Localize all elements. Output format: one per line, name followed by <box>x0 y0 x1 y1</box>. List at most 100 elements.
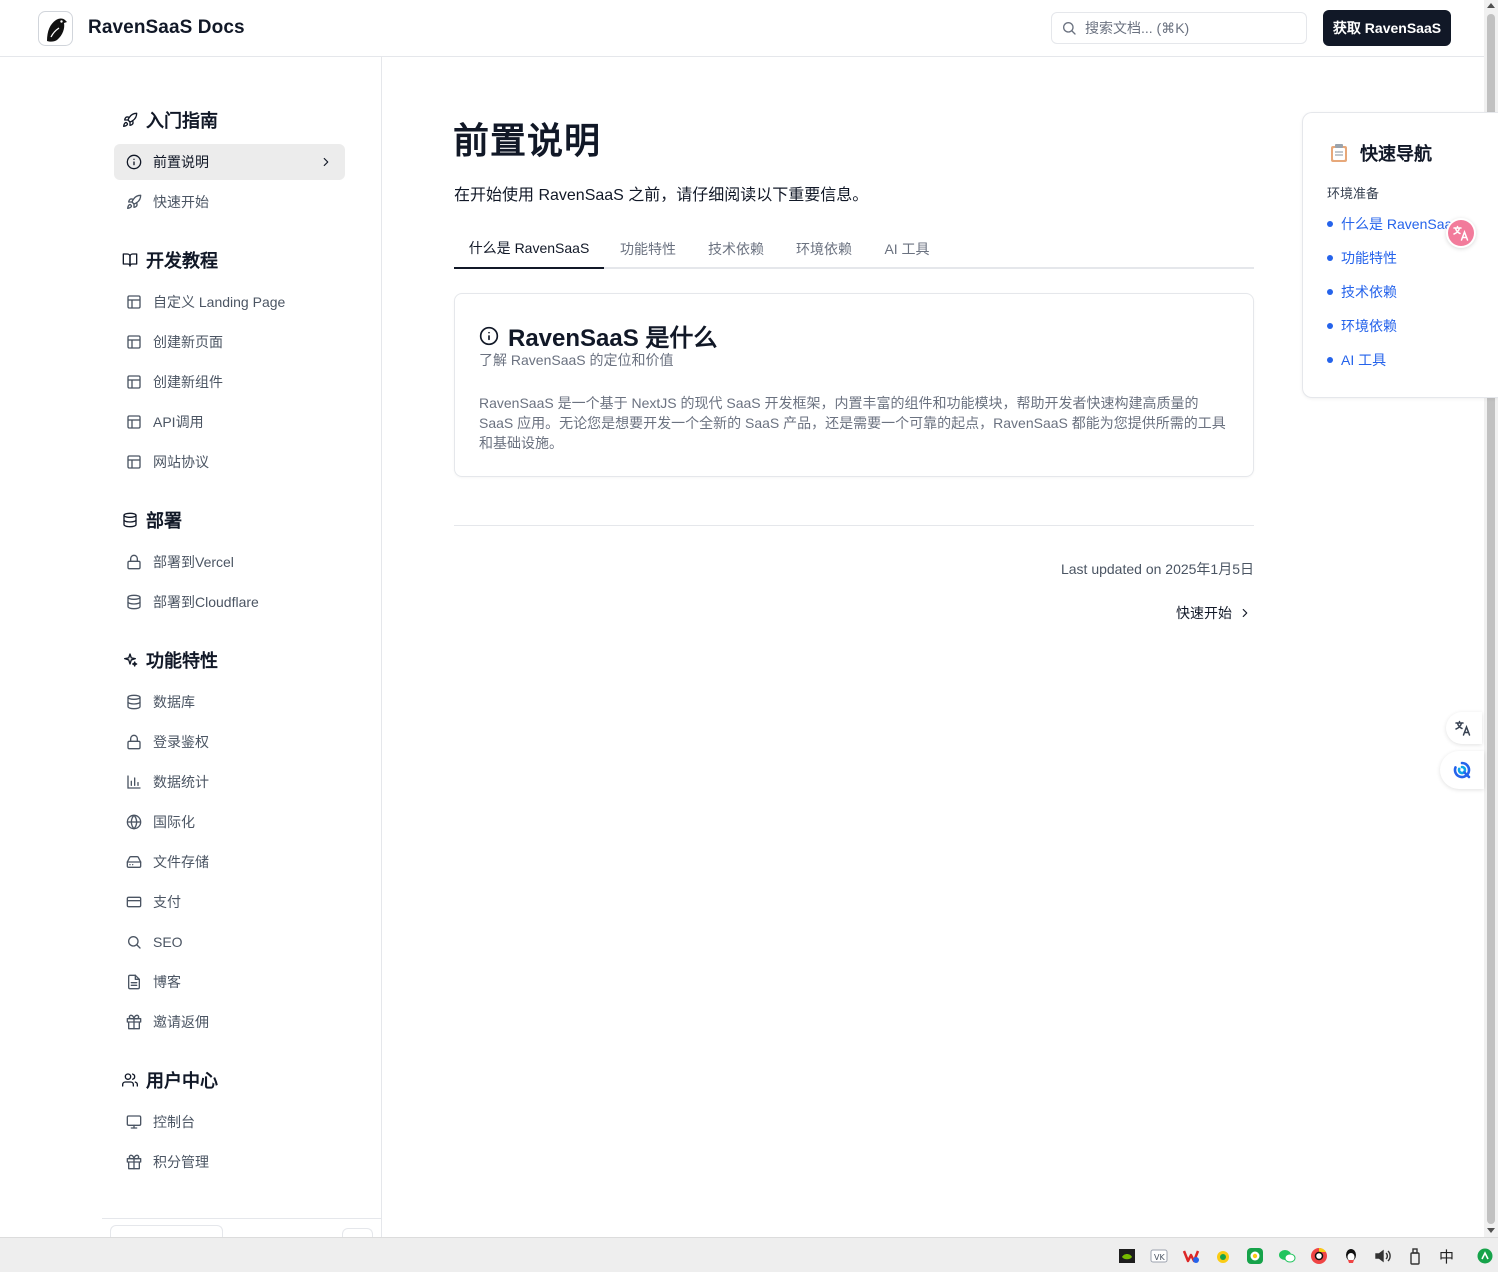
sidebar-item-label: API调用 <box>153 414 204 430</box>
sidebar-item-label: 自定义 Landing Page <box>153 294 286 310</box>
sidebar-section-label: 开发教程 <box>146 251 218 271</box>
layout-icon <box>127 455 141 469</box>
layout-icon <box>127 375 141 389</box>
sidebar-footer-divider <box>102 1218 381 1219</box>
sidebar-item-credits[interactable]: 积分管理 <box>114 1144 345 1180</box>
toc-link-label: 什么是 RavenSaaS <box>1341 216 1462 232</box>
sidebar-item-label: 支付 <box>153 894 181 910</box>
sidebar-item-auth[interactable]: 登录鉴权 <box>114 724 345 760</box>
security-tray-icon[interactable] <box>1214 1247 1232 1265</box>
sidebar-section-title: 入门指南 <box>122 107 218 133</box>
sidebar-item-payment[interactable]: 支付 <box>114 884 345 920</box>
sidebar-item-label: 国际化 <box>153 814 195 830</box>
tab-features[interactable]: 功能特性 <box>608 228 688 269</box>
sidebar-item-create-component[interactable]: 创建新组件 <box>114 364 345 400</box>
page-description: 在开始使用 RavenSaaS 之前，请仔细阅读以下重要信息。 <box>454 187 869 204</box>
next-page-link[interactable]: 快速开始 <box>1176 603 1252 623</box>
search-input[interactable] <box>1085 20 1295 36</box>
sidebar-item-analytics[interactable]: 数据统计 <box>114 764 345 800</box>
language-float-button[interactable] <box>1446 712 1482 744</box>
raven-logo-icon[interactable] <box>38 11 73 46</box>
toc-link-what-is[interactable]: 什么是 RavenSaaS <box>1327 214 1462 234</box>
sidebar-item-database[interactable]: 数据库 <box>114 684 345 720</box>
database-icon <box>127 594 141 610</box>
database-icon <box>123 512 137 528</box>
sidebar-item-deploy-cloudflare[interactable]: 部署到Cloudflare <box>114 584 345 620</box>
toc-link-env-deps[interactable]: 环境依赖 <box>1327 316 1397 336</box>
sidebar-footer-control[interactable] <box>110 1225 223 1237</box>
scroll-up-arrow-icon[interactable] <box>1487 3 1495 8</box>
chevron-right-icon <box>323 157 329 167</box>
sidebar-footer-toggle[interactable] <box>342 1228 373 1237</box>
lock-icon <box>127 554 141 570</box>
sidebar-item-blog[interactable]: 博客 <box>114 964 345 1000</box>
sidebar-section-title: 功能特性 <box>122 647 218 673</box>
ime-indicator[interactable]: 中 <box>1439 1246 1454 1267</box>
network-app-tray-icon[interactable] <box>1476 1247 1494 1265</box>
sidebar-item-referral[interactable]: 邀请返佣 <box>114 1004 345 1040</box>
credit-card-icon <box>126 896 142 908</box>
content-tabs: 什么是 RavenSaaS 功能特性 技术依赖 环境依赖 AI 工具 <box>454 228 1254 269</box>
sidebar-item-prerequisites[interactable]: 前置说明 <box>114 144 345 180</box>
usb-drive-icon[interactable] <box>1406 1247 1424 1265</box>
search-box[interactable] <box>1051 12 1307 44</box>
file-text-icon <box>127 974 140 990</box>
sidebar-item-custom-landing[interactable]: 自定义 Landing Page <box>114 284 345 320</box>
toc-link-label: AI 工具 <box>1341 352 1387 368</box>
sidebar-section-label: 入门指南 <box>146 111 218 131</box>
sidebar-item-quickstart[interactable]: 快速开始 <box>114 184 345 220</box>
svg-text:VK: VK <box>1154 1253 1165 1262</box>
translate-float-button[interactable] <box>1446 218 1476 248</box>
sidebar-item-label: 邀请返佣 <box>153 1014 209 1030</box>
tab-ai-tools[interactable]: AI 工具 <box>872 228 942 269</box>
get-ravensaas-button[interactable]: 获取 RavenSaaS <box>1323 10 1451 46</box>
sidebar-item-seo[interactable]: SEO <box>114 924 345 960</box>
toc-link-features[interactable]: 功能特性 <box>1327 248 1397 268</box>
search-icon <box>128 936 141 949</box>
nvidia-tray-icon[interactable] <box>1118 1247 1136 1265</box>
chrome-tray-icon[interactable] <box>1310 1247 1328 1265</box>
quick-nav-title-text: 快速导航 <box>1360 144 1432 164</box>
bar-chart-icon <box>127 775 141 789</box>
wechat-tray-icon[interactable] <box>1278 1247 1296 1265</box>
lock-icon <box>127 734 141 750</box>
hard-drive-icon <box>126 856 142 868</box>
volume-icon[interactable] <box>1374 1247 1392 1265</box>
bullet-icon <box>1327 357 1333 363</box>
sidebar-item-create-page[interactable]: 创建新页面 <box>114 324 345 360</box>
sidebar-item-deploy-vercel[interactable]: 部署到Vercel <box>114 544 345 580</box>
clipboard-icon <box>1331 144 1347 162</box>
app-tray-icon[interactable] <box>1182 1247 1200 1265</box>
quick-nav-subtitle: 环境准备 <box>1327 186 1380 201</box>
wechat-work-tray-icon[interactable] <box>1246 1247 1264 1265</box>
sidebar-item-label: 部署到Cloudflare <box>153 594 259 610</box>
sidebar-item-label: 博客 <box>153 974 181 990</box>
vpn-tray-icon[interactable]: VK <box>1150 1247 1168 1265</box>
sidebar-item-label: 文件存储 <box>153 854 209 870</box>
tab-env-deps[interactable]: 环境依赖 <box>784 228 864 269</box>
sidebar-item-site-policy[interactable]: 网站协议 <box>114 444 345 480</box>
page-title: 前置说明 <box>453 120 602 161</box>
monitor-icon <box>126 1115 142 1129</box>
assistant-icon <box>1453 761 1471 779</box>
rocket-icon <box>127 194 142 209</box>
brand-name[interactable]: RavenSaaS Docs <box>88 17 245 39</box>
rocket-icon <box>123 112 138 127</box>
toc-link-label: 环境依赖 <box>1341 318 1397 334</box>
sidebar-item-console[interactable]: 控制台 <box>114 1104 345 1140</box>
sidebar-item-label: 数据统计 <box>153 774 209 790</box>
scroll-down-arrow-icon[interactable] <box>1487 1228 1495 1233</box>
toc-link-tech-deps[interactable]: 技术依赖 <box>1327 282 1397 302</box>
toc-link-ai-tools[interactable]: AI 工具 <box>1327 350 1386 370</box>
quick-nav-title: 快速导航 <box>1330 140 1432 166</box>
bullet-icon <box>1327 255 1333 261</box>
sidebar-item-storage[interactable]: 文件存储 <box>114 844 345 880</box>
qq-tray-icon[interactable] <box>1342 1247 1360 1265</box>
sidebar-item-i18n[interactable]: 国际化 <box>114 804 345 840</box>
assistant-float-button[interactable] <box>1440 751 1484 789</box>
sidebar-section-label: 功能特性 <box>146 651 218 671</box>
sidebar-item-api[interactable]: API调用 <box>114 404 345 440</box>
bullet-icon <box>1327 289 1333 295</box>
tab-what-is[interactable]: 什么是 RavenSaaS <box>454 228 604 269</box>
tab-tech-deps[interactable]: 技术依赖 <box>696 228 776 269</box>
